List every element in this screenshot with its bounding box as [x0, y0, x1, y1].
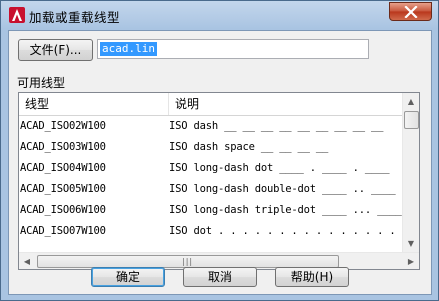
help-button[interactable]: 帮助(H) — [275, 267, 349, 287]
vertical-scroll-thumb[interactable] — [404, 111, 419, 129]
linetype-description: ISO long-dash dot ____ . ____ . ____ — [169, 162, 390, 174]
linetype-name: ACAD_ISO05W100 — [20, 183, 106, 195]
column-header-description[interactable]: 说明 — [169, 93, 403, 115]
list-item[interactable]: ACAD_ISO04W100 ISO long-dash dot ____ . … — [19, 158, 403, 179]
linetype-name: ACAD_ISO07W100 — [20, 225, 106, 237]
scroll-left-icon[interactable]: ◀ — [19, 253, 35, 269]
linetype-name: ACAD_ISO04W100 — [20, 162, 106, 174]
scroll-down-icon[interactable]: ▼ — [403, 235, 419, 252]
file-name-field[interactable]: acad.lin — [97, 39, 369, 59]
file-name-value: acad.lin — [100, 42, 157, 56]
dialog-window: 加载或重载线型 文件(F)... acad.lin 可用线型 线型 说明 ACA… — [0, 0, 439, 301]
scroll-up-icon[interactable]: ▲ — [403, 93, 419, 110]
linetype-description: ISO dash __ __ __ __ __ __ __ __ __ — [169, 120, 384, 132]
linetype-description: ISO dot . . . . . . . . . . . . . . . . — [169, 225, 408, 237]
column-header-linetype[interactable]: 线型 — [19, 93, 169, 115]
linetype-list[interactable]: 线型 说明 ACAD_ISO02W100 ISO dash __ __ __ _… — [18, 92, 420, 270]
dialog-body: 文件(F)... acad.lin 可用线型 线型 说明 ACAD_ISO02W… — [8, 30, 432, 295]
linetype-name: ACAD_ISO06W100 — [20, 204, 106, 216]
linetype-description: ISO dash space __ __ __ __ — [169, 141, 329, 153]
title-bar[interactable]: 加载或重载线型 — [1, 1, 438, 29]
cancel-button[interactable]: 取消 — [183, 267, 257, 287]
list-rows: ACAD_ISO02W100 ISO dash __ __ __ __ __ _… — [19, 116, 408, 242]
ok-button[interactable]: 确定 — [91, 267, 165, 287]
close-icon — [404, 6, 418, 18]
list-item[interactable]: ACAD_ISO06W100 ISO long-dash triple-dot … — [19, 200, 403, 221]
scroll-right-icon[interactable]: ▶ — [403, 253, 419, 269]
vertical-scrollbar[interactable]: ▲ ▼ — [402, 93, 419, 252]
file-button[interactable]: 文件(F)... — [18, 39, 93, 61]
linetype-name: ACAD_ISO02W100 — [20, 120, 106, 132]
scroll-grip-icon: ||| — [182, 257, 194, 266]
dialog-title: 加载或重载线型 — [29, 10, 121, 25]
list-item[interactable]: ACAD_ISO02W100 ISO dash __ __ __ __ __ _… — [19, 116, 403, 137]
linetype-name: ACAD_ISO03W100 — [20, 141, 106, 153]
list-item[interactable]: ACAD_ISO03W100 ISO dash space __ __ __ _… — [19, 137, 403, 158]
list-item[interactable]: ACAD_ISO05W100 ISO long-dash double-dot … — [19, 179, 403, 200]
linetype-description: ISO long-dash triple-dot ____ ... ____ — [169, 204, 402, 216]
list-item[interactable]: ACAD_ISO07W100 ISO dot . . . . . . . . .… — [19, 221, 408, 242]
close-button[interactable] — [389, 2, 432, 21]
linetype-description: ISO long-dash double-dot ____ .. ____ — [169, 183, 396, 195]
list-header: 线型 说明 — [19, 93, 403, 116]
available-linetypes-label: 可用线型 — [17, 76, 66, 90]
autocad-app-icon — [9, 7, 25, 23]
